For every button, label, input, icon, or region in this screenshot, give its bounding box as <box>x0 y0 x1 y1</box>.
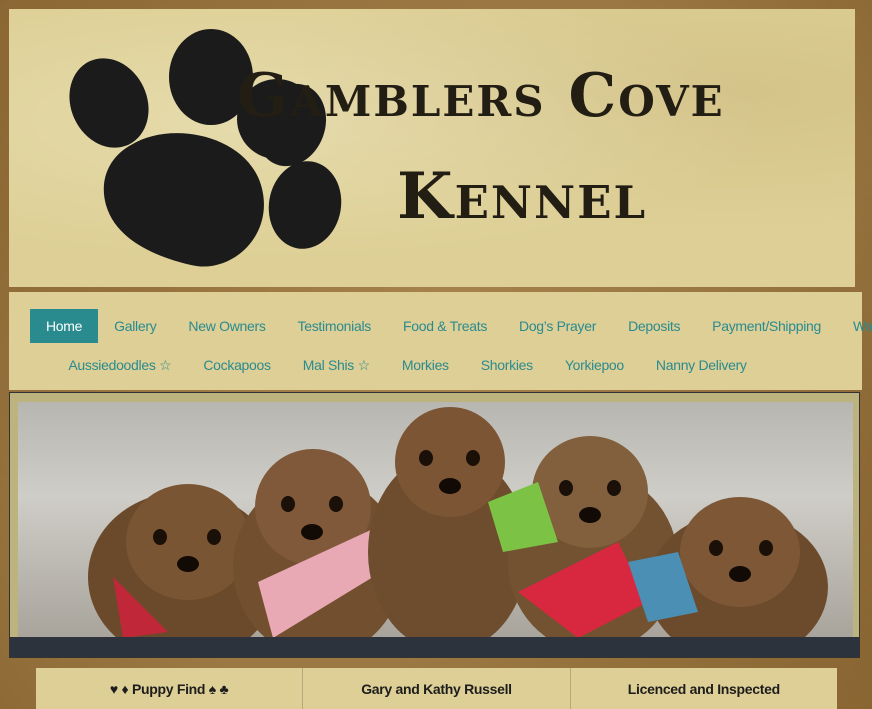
nav-item-testimonials[interactable]: Testimonials <box>282 309 387 343</box>
nav-item-shorkies[interactable]: Shorkies <box>465 348 549 382</box>
nav-item-payment-shipping[interactable]: Payment/Shipping <box>696 309 837 343</box>
nav-item-home[interactable]: Home <box>30 309 99 343</box>
puppy-find-heading: ♥ ♦ Puppy Find ♠ ♣ <box>36 668 304 709</box>
nav-item-nanny-delivery[interactable]: Nanny Delivery <box>640 348 763 382</box>
slideshow-caption-bar <box>10 637 859 657</box>
nav-item-dogs-prayer[interactable]: Dog’s Prayer <box>503 309 612 343</box>
nav-item-deposits[interactable]: Deposits <box>612 309 696 343</box>
banner-slideshow <box>9 392 860 658</box>
info-columns: ♥ ♦ Puppy Find ♠ ♣ Gary and Kathy Russel… <box>36 668 837 709</box>
nav-item-mal-shis[interactable]: Mal Shis ☆ <box>287 348 386 382</box>
nav-item-yorkiepoo[interactable]: Yorkiepoo <box>549 348 640 382</box>
nav-item-aussiedoodles[interactable]: Aussiedoodles ☆ <box>52 348 187 382</box>
nav-item-gallery[interactable]: Gallery <box>98 309 172 343</box>
owners-heading: Gary and Kathy Russell <box>303 668 571 709</box>
main-navigation: Home Gallery New Owners Testimonials Foo… <box>9 292 872 390</box>
logo-title-line1: Gamblers Cove <box>237 61 725 131</box>
nav-row-primary: Home Gallery New Owners Testimonials Foo… <box>9 309 872 343</box>
nav-row-secondary: Aussiedoodles ☆ Cockapoos Mal Shis ☆ Mor… <box>9 348 862 382</box>
licence-heading: Licenced and Inspected <box>570 668 837 709</box>
nav-item-morkies[interactable]: Morkies <box>386 348 465 382</box>
logo-title-line2: Kennel <box>397 159 648 234</box>
site-header: Gamblers Cove Kennel <box>9 9 855 287</box>
nav-item-cockapoos[interactable]: Cockapoos <box>187 348 286 382</box>
nav-item-new-owners[interactable]: New Owners <box>172 309 281 343</box>
puppies-image <box>88 407 828 638</box>
nav-item-warranty[interactable]: Warranty <box>837 309 872 343</box>
nav-item-food-treats[interactable]: Food & Treats <box>387 309 503 343</box>
puppies-photo <box>18 402 853 638</box>
